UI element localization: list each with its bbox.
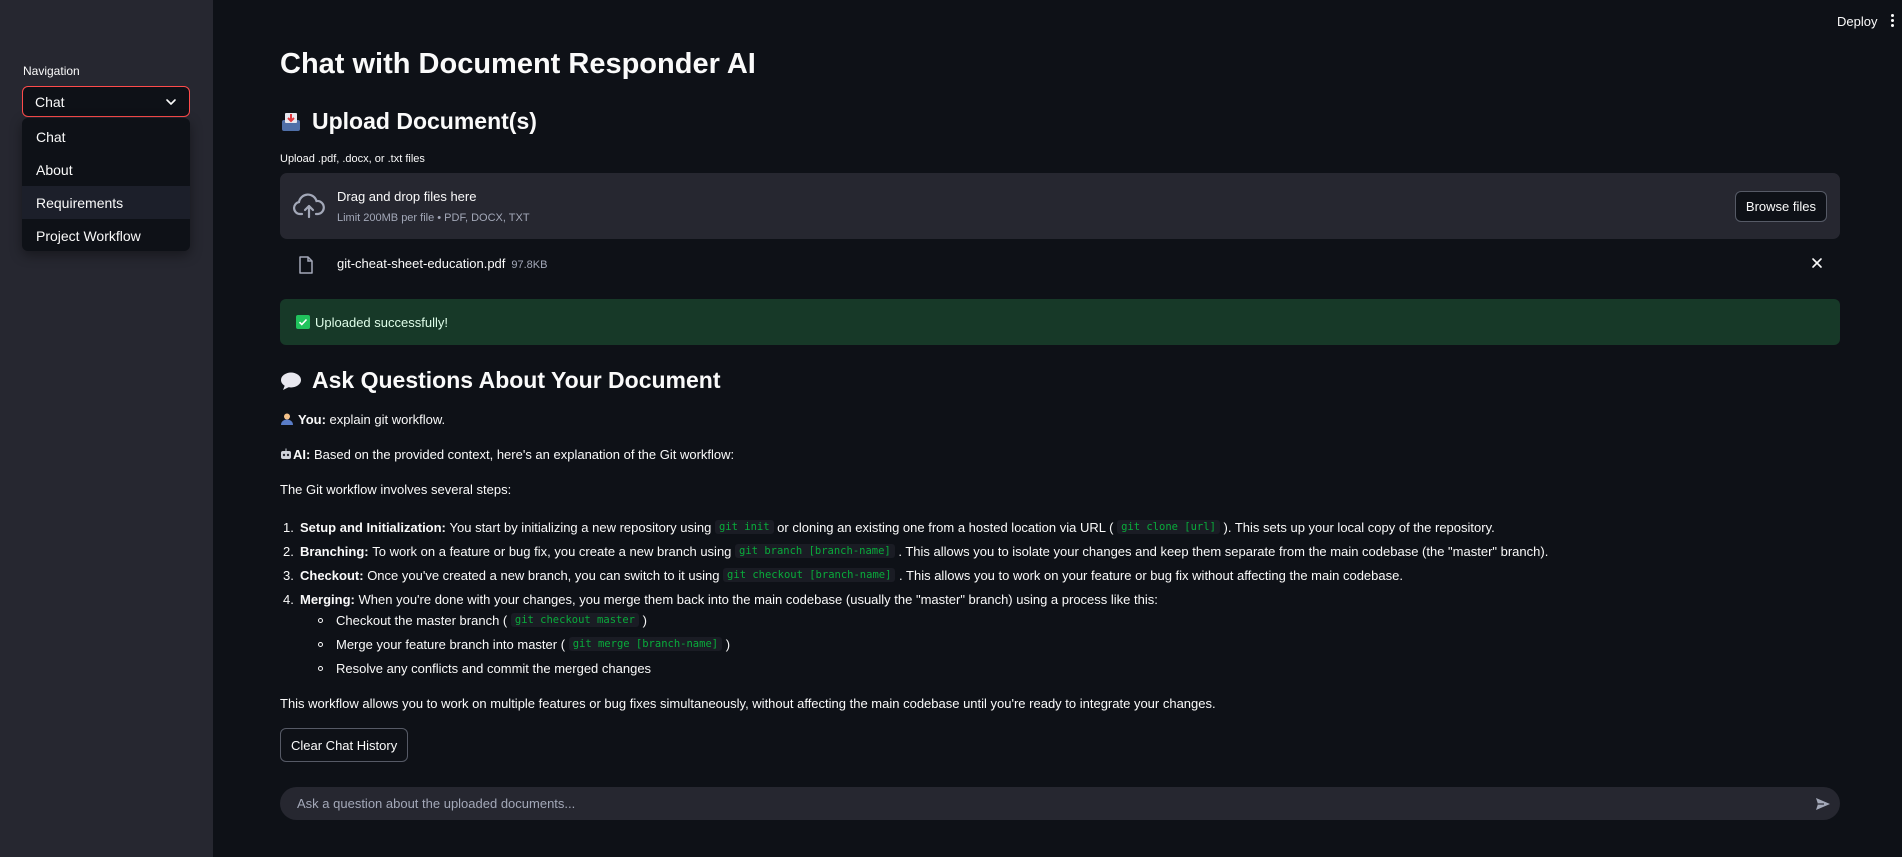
close-icon[interactable]	[1810, 256, 1824, 270]
ai-label: AI:	[293, 447, 311, 462]
send-icon[interactable]	[1815, 796, 1831, 812]
ai-lead: The Git workflow involves several steps:	[280, 482, 512, 497]
ai-outro: This workflow allows you to work on mult…	[280, 696, 1216, 711]
deploy-button[interactable]: Deploy	[1837, 14, 1877, 29]
user-message: You: explain git workflow.	[280, 412, 445, 428]
ask-heading: Ask Questions About Your Document	[280, 367, 721, 394]
user-message-text: explain git workflow.	[329, 412, 446, 427]
nav-option-about[interactable]: About	[22, 153, 190, 186]
chat-input[interactable]	[297, 787, 1777, 820]
browse-files-button[interactable]: Browse files	[1734, 191, 1827, 222]
upload-heading-text: Upload Document(s)	[312, 108, 537, 134]
upload-caption: Upload .pdf, .docx, or .txt files	[280, 153, 425, 165]
list-item: 3. Checkout: Once you've created a new b…	[283, 567, 1403, 583]
code-snippet: git branch [branch-name]	[735, 544, 895, 558]
code-snippet: git merge [branch-name]	[568, 637, 723, 651]
list-item: 2. Branching: To work on a feature or bu…	[283, 543, 1549, 559]
uploaded-file-row: git-cheat-sheet-education.pdf 97.8KB	[280, 248, 1840, 280]
check-icon	[296, 315, 310, 329]
ai-intro-text: Based on the provided context, here's an…	[313, 447, 735, 462]
dropzone-title: Drag and drop files here	[337, 189, 477, 204]
file-name: git-cheat-sheet-education.pdf 97.8KB	[337, 256, 547, 271]
code-snippet: git clone [url]	[1117, 520, 1220, 534]
nav-option-project-workflow[interactable]: Project Workflow	[22, 219, 190, 252]
clear-chat-history-button[interactable]: Clear Chat History	[280, 728, 409, 762]
navigation-label: Navigation	[23, 64, 80, 78]
success-alert: Uploaded successfully!	[280, 299, 1840, 345]
upload-heading: Upload Document(s)	[280, 108, 537, 135]
cloud-upload-icon	[293, 193, 325, 219]
dropzone-subtitle: Limit 200MB per file • PDF, DOCX, TXT	[337, 212, 530, 224]
navigation-select-value: Chat	[35, 93, 65, 110]
file-size: 97.8KB	[511, 259, 548, 271]
inbox-tray-icon	[280, 111, 302, 133]
ai-message-intro: AI: Based on the provided context, here'…	[280, 447, 734, 463]
list-item: 1. Setup and Initialization: You start b…	[283, 519, 1495, 535]
code-snippet: git init	[714, 520, 774, 534]
workflow-steps: 1. Setup and Initialization: You start b…	[280, 515, 1548, 611]
kebab-menu-icon[interactable]	[1888, 14, 1896, 30]
user-icon	[281, 413, 293, 425]
navigation-dropdown: Chat About Requirements Project Workflow	[22, 118, 190, 251]
robot-icon	[281, 448, 291, 459]
user-label: You:	[298, 412, 326, 427]
chevron-down-icon	[166, 98, 176, 105]
navigation-select[interactable]: Chat	[22, 86, 190, 117]
code-snippet: git checkout [branch-name]	[723, 568, 896, 582]
list-item: Merge your feature branch into master ( …	[318, 632, 730, 656]
ask-heading-text: Ask Questions About Your Document	[312, 367, 721, 393]
chat-input-bar	[280, 787, 1840, 820]
file-icon	[299, 256, 313, 274]
code-snippet: git checkout master	[510, 613, 639, 627]
list-item: Checkout the master branch ( git checkou…	[318, 608, 730, 632]
speech-bubble-icon	[280, 370, 302, 392]
file-name-text: git-cheat-sheet-education.pdf	[337, 256, 506, 271]
nav-option-chat[interactable]: Chat	[22, 120, 190, 153]
page-title: Chat with Document Responder AI	[280, 48, 756, 80]
file-dropzone[interactable]: Drag and drop files here Limit 200MB per…	[280, 173, 1840, 239]
nav-option-requirements[interactable]: Requirements	[22, 186, 190, 219]
sidebar: Navigation Chat Chat About Requirements …	[0, 0, 213, 857]
merge-substeps: Checkout the master branch ( git checkou…	[318, 608, 730, 680]
success-text: Uploaded successfully!	[315, 314, 448, 330]
list-item: Resolve any conflicts and commit the mer…	[318, 656, 730, 680]
